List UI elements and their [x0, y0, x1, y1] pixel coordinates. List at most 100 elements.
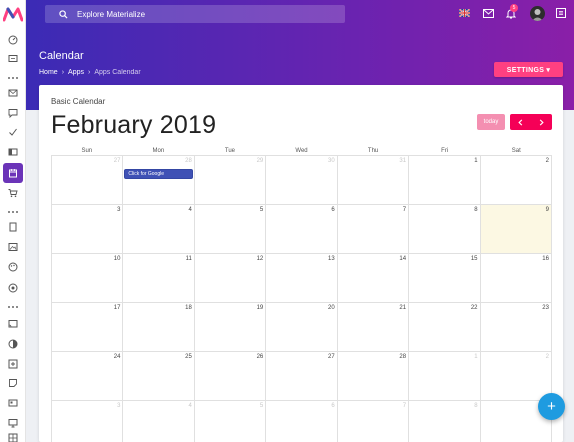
- sidebar-item-chat[interactable]: [5, 52, 21, 66]
- image-icon: [8, 243, 18, 251]
- sidebar-item-notes[interactable]: [5, 376, 21, 390]
- day-cell[interactable]: 28: [336, 352, 408, 400]
- day-cell[interactable]: 21: [336, 303, 408, 351]
- calendar-event[interactable]: Click for Google: [124, 169, 193, 179]
- avatar[interactable]: [530, 6, 545, 21]
- day-number: 7: [402, 207, 407, 213]
- day-cell[interactable]: 17: [51, 303, 122, 351]
- day-cell[interactable]: 8: [408, 401, 479, 442]
- day-number: 30: [328, 158, 335, 164]
- menu-button[interactable]: [555, 7, 567, 19]
- day-cell[interactable]: 22: [408, 303, 479, 351]
- day-cell[interactable]: 14: [336, 254, 408, 302]
- page-title: Calendar: [39, 50, 84, 62]
- logo-icon[interactable]: [3, 6, 23, 22]
- weekday-label: Sun: [81, 148, 93, 154]
- card-icon: [8, 399, 18, 407]
- sidebar-item-grid[interactable]: [5, 431, 21, 442]
- day-cell[interactable]: 29: [193, 156, 265, 204]
- today-button[interactable]: today: [477, 114, 505, 130]
- day-cell[interactable]: 6: [265, 205, 336, 253]
- sidebar-item-themes[interactable]: [5, 260, 21, 274]
- menu-icon: [556, 8, 566, 18]
- day-cell[interactable]: 23: [479, 303, 552, 351]
- day-number: 10: [113, 256, 121, 262]
- day-number: 27: [113, 158, 121, 164]
- day-cell-today[interactable]: 9: [479, 205, 552, 253]
- chevron-right-icon: [539, 118, 544, 126]
- sidebar-item-ui[interactable]: [5, 145, 21, 159]
- day-number: 8: [474, 207, 478, 213]
- plus-box-icon: [8, 359, 18, 369]
- day-cell[interactable]: 11: [122, 254, 193, 302]
- day-cell[interactable]: 13: [265, 254, 336, 302]
- day-cell[interactable]: 31: [336, 156, 408, 204]
- day-cell[interactable]: 7: [336, 205, 408, 253]
- day-cell[interactable]: 4: [122, 401, 193, 442]
- day-number: 3: [117, 207, 121, 213]
- day-cell[interactable]: 4: [122, 205, 193, 253]
- day-cell[interactable]: 25: [122, 352, 193, 400]
- sidebar-item-dashboard[interactable]: [5, 33, 21, 47]
- sidebar-item-todo[interactable]: [5, 125, 21, 139]
- sidebar-item-messages[interactable]: [5, 106, 21, 120]
- day-cell[interactable]: 15: [408, 254, 479, 302]
- day-cell[interactable]: 28 Click for Google: [122, 156, 193, 204]
- day-cell[interactable]: 24: [51, 352, 122, 400]
- day-cell[interactable]: 20: [265, 303, 336, 351]
- sidebar-item-add[interactable]: [5, 357, 21, 371]
- day-cell[interactable]: 3: [51, 205, 122, 253]
- fullscreen-button[interactable]: [482, 7, 494, 19]
- day-cell[interactable]: 27: [265, 352, 336, 400]
- prev-month-button[interactable]: [510, 114, 531, 130]
- search-bar[interactable]: [45, 5, 345, 23]
- day-cell[interactable]: 6: [265, 401, 336, 442]
- day-cell[interactable]: 30: [265, 156, 336, 204]
- sidebar: [0, 0, 26, 442]
- sidebar-item-cast[interactable]: [5, 317, 21, 331]
- day-cell[interactable]: 2: [479, 156, 552, 204]
- day-cell[interactable]: 26: [193, 352, 265, 400]
- settings-button[interactable]: SETTINGS ▾: [494, 62, 563, 77]
- day-number: 16: [542, 256, 549, 262]
- day-cell[interactable]: 16: [479, 254, 552, 302]
- sidebar-item-pages[interactable]: [5, 220, 21, 234]
- sidebar-item-monitor[interactable]: [5, 416, 21, 430]
- day-cell[interactable]: 5: [193, 205, 265, 253]
- next-month-button[interactable]: [531, 114, 552, 130]
- day-cell[interactable]: 10: [51, 254, 122, 302]
- breadcrumb-home[interactable]: Home: [39, 69, 58, 76]
- sidebar-item-media[interactable]: [5, 240, 21, 254]
- day-cell[interactable]: 7: [336, 401, 408, 442]
- sidebar-item-cards[interactable]: [5, 396, 21, 410]
- day-cell[interactable]: 18: [122, 303, 193, 351]
- day-cell[interactable]: 5: [193, 401, 265, 442]
- week-row: 3 4 5 6 7 8 9: [51, 205, 552, 254]
- day-number: 18: [185, 305, 192, 311]
- day-cell[interactable]: 12: [193, 254, 265, 302]
- breadcrumb-apps[interactable]: Apps: [68, 69, 84, 76]
- day-cell[interactable]: 1: [408, 352, 479, 400]
- day-cell[interactable]: 1: [408, 156, 479, 204]
- add-event-fab[interactable]: +: [538, 393, 565, 420]
- sidebar-item-contrast[interactable]: [5, 337, 21, 351]
- search-input[interactable]: [77, 9, 327, 19]
- flag-icon: [458, 9, 470, 17]
- weekday-label: Mon: [152, 148, 165, 154]
- day-number: 2: [545, 354, 549, 360]
- day-cell[interactable]: 8: [408, 205, 479, 253]
- day-cell[interactable]: 2: [479, 352, 552, 400]
- day-cell[interactable]: 19: [193, 303, 265, 351]
- sidebar-item-mail[interactable]: [5, 86, 21, 100]
- sidebar-item-calendar[interactable]: [3, 163, 23, 183]
- sidebar-item-ecommerce[interactable]: [5, 186, 21, 200]
- day-number: 28: [185, 158, 192, 164]
- language-button[interactable]: [458, 7, 470, 19]
- note-icon: [9, 379, 17, 387]
- day-number: 27: [328, 354, 335, 360]
- day-cell[interactable]: 3: [51, 401, 122, 442]
- mail-icon: [8, 89, 18, 97]
- sidebar-item-target[interactable]: [5, 281, 21, 295]
- monitor-icon: [8, 419, 18, 428]
- day-cell[interactable]: 27: [51, 156, 122, 204]
